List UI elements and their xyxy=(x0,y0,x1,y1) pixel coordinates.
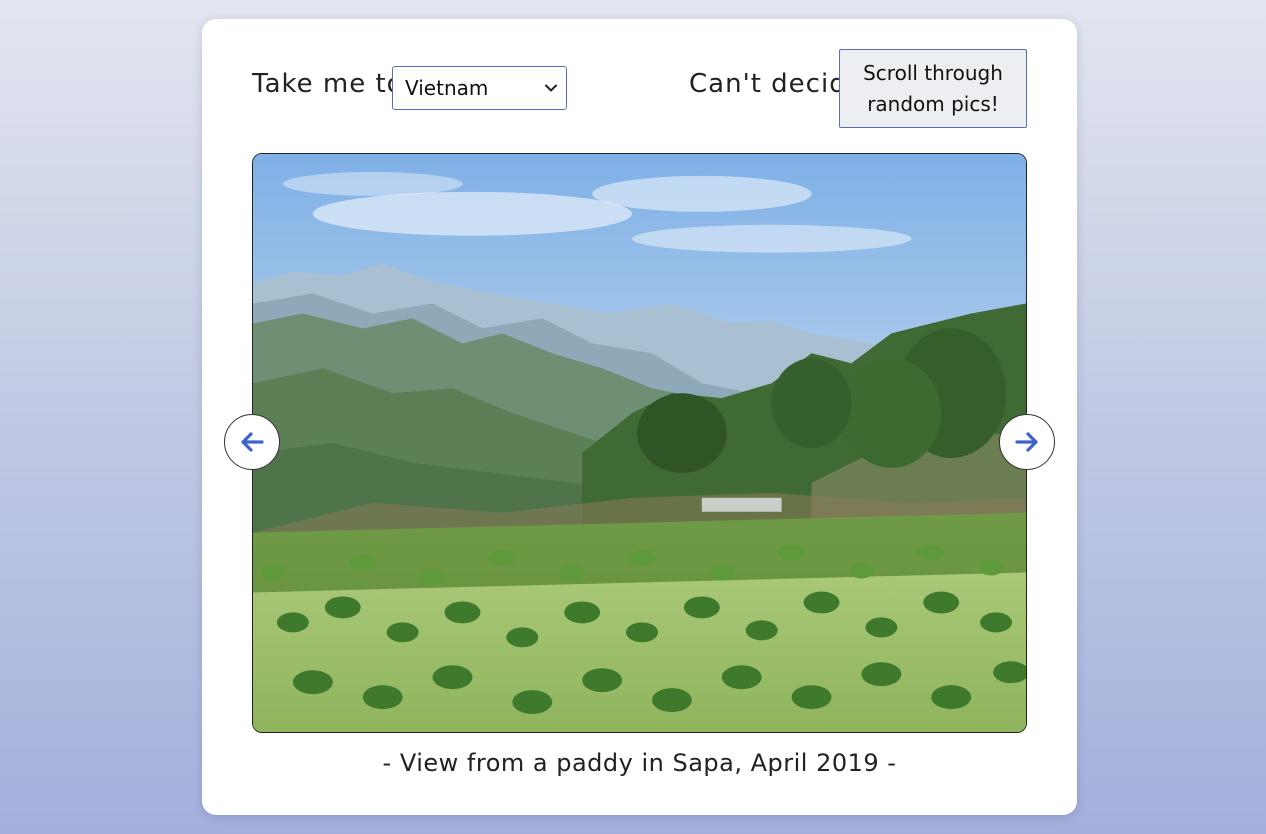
destination-select[interactable]: Vietnam xyxy=(392,66,567,110)
main-card: Take me to: Vietnam Can't decide? Scroll… xyxy=(202,19,1077,815)
previous-photo-button[interactable] xyxy=(224,414,280,470)
take-me-to-label: Take me to: xyxy=(252,69,414,99)
arrow-left-icon xyxy=(241,432,264,452)
gallery-photo xyxy=(252,153,1027,733)
next-photo-button[interactable] xyxy=(999,414,1055,470)
destination-select-value: Vietnam xyxy=(405,76,489,100)
photo-caption: - View from a paddy in Sapa, April 2019 … xyxy=(382,749,897,777)
chevron-down-icon xyxy=(545,84,557,92)
sapa-paddy-image xyxy=(253,154,1026,732)
arrow-right-icon xyxy=(1015,432,1038,452)
random-pics-button[interactable]: Scroll through random pics! xyxy=(839,49,1027,128)
